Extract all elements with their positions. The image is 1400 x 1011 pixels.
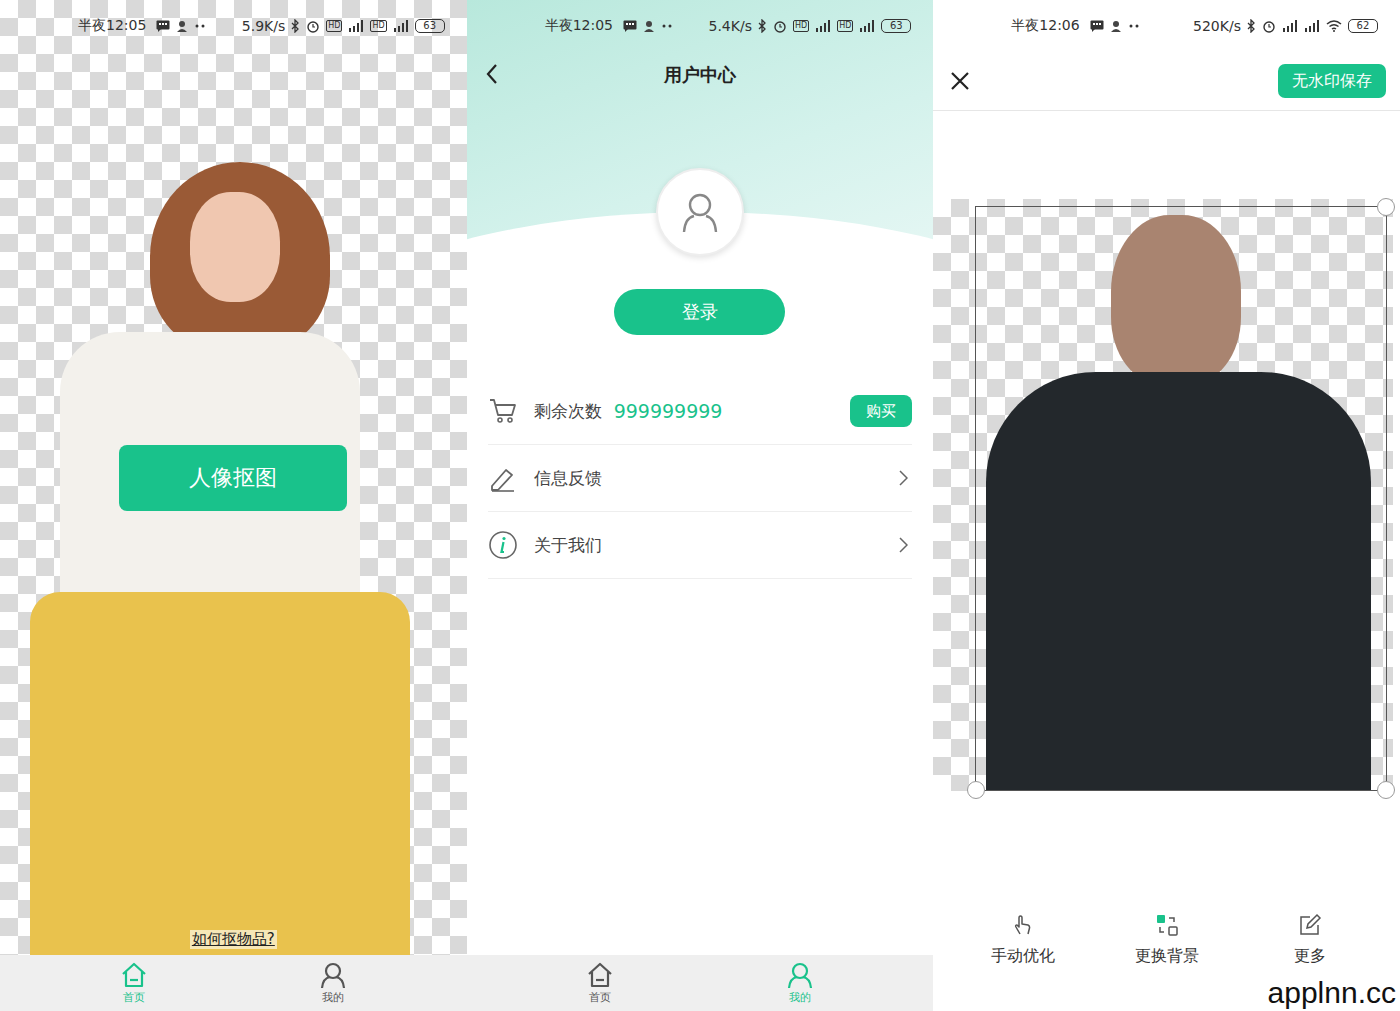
hd-badge: HD: [370, 20, 386, 32]
tool-label: 更多: [1294, 946, 1326, 967]
status-time: 半夜12:05: [545, 17, 613, 35]
title-bar: 用户中心: [467, 52, 934, 97]
signal-icon: [1304, 20, 1320, 32]
edit-icon: [488, 464, 518, 492]
home-main: 人像抠图 如何抠物品?: [0, 52, 467, 955]
signal-icon: [348, 20, 364, 32]
save-button[interactable]: 无水印保存: [1278, 64, 1386, 98]
tool-label: 更换背景: [1135, 946, 1199, 967]
menu-row[interactable]: 剩余次数 999999999 购买: [488, 378, 913, 445]
watermark: applnn.cc: [1266, 976, 1398, 1009]
editor-screen: 半夜12:06 520K/s 62 无水印保存 手动优化 更换背景 更多: [933, 0, 1400, 1011]
chevron-right-icon: [899, 470, 908, 486]
home-screen: 半夜12:05 5.9K/s HD HD 63 人像抠图 如何抠物品? 首页 我…: [0, 0, 467, 1011]
screenshot-collage: 半夜12:05 5.9K/s HD HD 63 人像抠图 如何抠物品? 首页 我…: [0, 0, 1400, 1011]
bluetooth-icon: [291, 19, 300, 33]
chevron-right-icon: [899, 537, 908, 553]
battery-level: 62: [1348, 19, 1378, 33]
object-cutout-link[interactable]: 如何抠物品?: [190, 930, 277, 949]
swap-background-icon: [1155, 913, 1179, 937]
tool-button[interactable]: 手动优化: [951, 913, 1095, 967]
more-icon: [661, 24, 673, 28]
flip-handle[interactable]: [967, 781, 985, 799]
status-bar: 半夜12:06 520K/s 62: [933, 0, 1400, 52]
nav-label: 首页: [123, 990, 145, 1005]
bottom-nav: 首页 我的: [0, 955, 467, 1011]
alarm-icon: [773, 19, 787, 33]
edit-more-icon: [1298, 913, 1322, 937]
signal-icon: [859, 20, 875, 32]
row-label: 信息反馈: [534, 467, 602, 490]
editor-toolbar: 无水印保存: [933, 52, 1400, 111]
menu-row[interactable]: 关于我们: [488, 512, 913, 579]
home-icon: [119, 961, 149, 989]
menu-row[interactable]: 信息反馈: [488, 445, 913, 512]
status-bar: 半夜12:05 5.9K/s HD HD 63: [0, 0, 467, 52]
nav-item[interactable]: 首页: [34, 955, 233, 1011]
page-title: 用户中心: [664, 63, 736, 87]
person-icon: [643, 20, 655, 33]
back-arrow-icon[interactable]: [485, 63, 499, 85]
hd-badge: HD: [326, 20, 342, 32]
cart-icon: [488, 397, 518, 425]
status-time: 半夜12:06: [1011, 17, 1079, 35]
battery-level: 63: [881, 19, 911, 33]
status-bar: 半夜12:05 5.4K/s HD HD 63: [467, 0, 934, 52]
buy-button[interactable]: 购买: [850, 395, 912, 427]
nav-item[interactable]: 我的: [700, 955, 899, 1011]
selection-frame[interactable]: [975, 206, 1387, 791]
portrait-cutout-button[interactable]: 人像抠图: [119, 445, 347, 511]
bluetooth-icon: [758, 19, 767, 33]
cutout-photo: [976, 207, 1386, 790]
login-button[interactable]: 登录: [614, 289, 785, 335]
signal-icon: [393, 20, 409, 32]
avatar-icon: [676, 188, 724, 236]
close-icon[interactable]: [949, 70, 971, 92]
status-time: 半夜12:05: [78, 17, 146, 35]
message-icon: [623, 20, 637, 32]
alarm-icon: [1262, 19, 1276, 33]
hd-badge: HD: [837, 20, 853, 32]
nav-label: 我的: [789, 990, 811, 1005]
tool-label: 手动优化: [991, 946, 1055, 967]
avatar[interactable]: [656, 168, 744, 256]
network-speed: 5.4K/s: [708, 18, 751, 34]
profile-icon: [785, 961, 815, 989]
person-icon: [176, 20, 188, 33]
nav-item[interactable]: 首页: [501, 955, 700, 1011]
nav-label: 我的: [322, 990, 344, 1005]
bottom-nav: 首页 我的: [467, 955, 934, 1011]
wifi-icon: [1326, 20, 1342, 32]
remaining-count: 999999999: [614, 400, 723, 422]
menu-list: 剩余次数 999999999 购买 信息反馈 关于我们: [467, 378, 934, 579]
home-icon: [585, 961, 615, 989]
signal-icon: [1282, 20, 1298, 32]
network-speed: 520K/s: [1193, 18, 1241, 34]
tool-button[interactable]: 更换背景: [1095, 913, 1239, 967]
nav-item[interactable]: 我的: [233, 955, 432, 1011]
signal-icon: [815, 20, 831, 32]
more-icon: [1128, 24, 1140, 28]
bluetooth-icon: [1247, 19, 1256, 33]
image-canvas: [933, 199, 1393, 791]
more-icon: [194, 24, 206, 28]
alarm-icon: [306, 19, 320, 33]
row-label: 剩余次数: [534, 400, 602, 423]
info-icon: [488, 530, 518, 560]
user-center-screen: 半夜12:05 5.4K/s HD HD 63 用户中心 登录 剩余次数 999…: [467, 0, 934, 1011]
message-icon: [1090, 20, 1104, 32]
profile-icon: [318, 961, 348, 989]
person-icon: [1110, 20, 1122, 33]
copy-handle[interactable]: [1377, 198, 1395, 216]
row-label: 关于我们: [534, 534, 602, 557]
hd-badge: HD: [793, 20, 809, 32]
hand-touch-icon: [1011, 913, 1035, 937]
tool-button[interactable]: 更多: [1238, 913, 1382, 967]
message-icon: [156, 20, 170, 32]
tool-bar: 手动优化 更换背景 更多: [933, 913, 1400, 967]
nav-label: 首页: [589, 990, 611, 1005]
battery-level: 63: [415, 19, 445, 33]
resize-handle[interactable]: [1377, 781, 1395, 799]
network-speed: 5.9K/s: [242, 18, 285, 34]
